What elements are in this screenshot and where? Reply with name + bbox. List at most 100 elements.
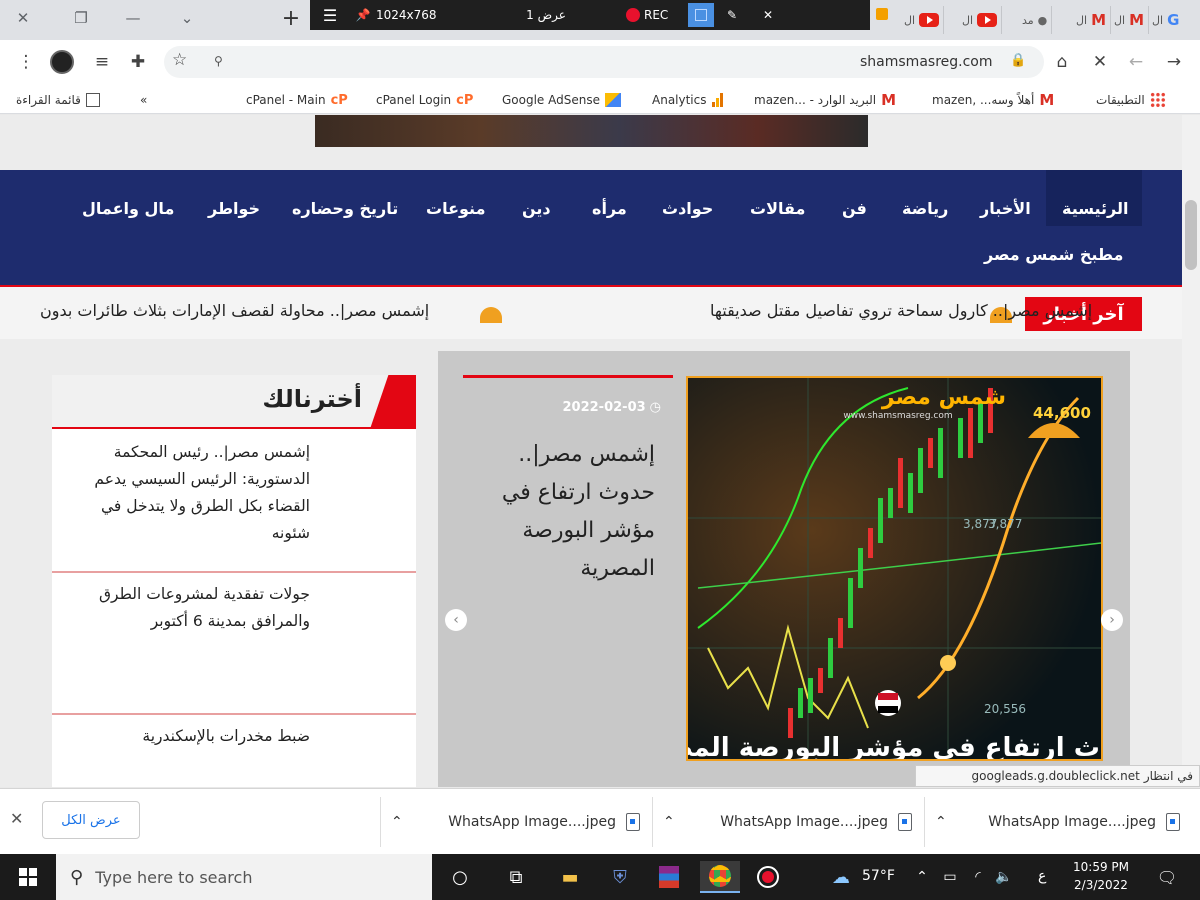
weather-temp[interactable]: 57°F (862, 868, 895, 884)
tab-item[interactable]: ال G (1148, 6, 1183, 34)
slider-prev-button[interactable]: ‹ (445, 609, 467, 631)
forward-icon[interactable]: ← (1122, 50, 1150, 74)
sidebar-item[interactable]: ضبط مخدرات بالإسكندرية (52, 715, 416, 787)
tab-item[interactable]: ال M (1110, 6, 1149, 34)
bookmark-adsense[interactable]: Google AdSense (502, 90, 621, 110)
download-item[interactable]: ⌃ WhatsApp Image....jpeg (652, 797, 922, 847)
notifications-icon[interactable]: 🗨 (1150, 861, 1184, 893)
bookmark-apps[interactable]: التطبيقات (1096, 90, 1166, 110)
slide-title[interactable]: إشمس مصر|.. حدوث ارتفاع في مؤشر البورصة … (475, 436, 655, 588)
gmail-icon: M (881, 91, 897, 109)
nav-women[interactable]: مرأه (592, 188, 627, 228)
banner-ad[interactable] (315, 115, 868, 147)
chevron-up-icon[interactable]: ⌃ (935, 814, 947, 830)
address-bar[interactable]: ☆ ⚲ shamsmasreg.com 🔒 (164, 46, 1044, 78)
sidebar-item[interactable]: إشمس مصر|.. رئيس المحكمة الدستورية: الرئ… (52, 431, 416, 573)
nav-religion[interactable]: دين (522, 188, 551, 228)
chevron-up-icon[interactable]: ⌃ (391, 814, 403, 830)
tab-item[interactable]: ال (958, 6, 1003, 34)
pin-icon[interactable]: 📌 (350, 8, 376, 22)
security-shield-icon[interactable]: ⛨ (603, 861, 637, 893)
sidebar-header: أخترنالك (52, 375, 416, 429)
scrollbar-thumb[interactable] (1185, 200, 1197, 270)
show-all-downloads-button[interactable]: عرض الكل (42, 801, 140, 839)
nav-incidents[interactable]: حوادث (662, 188, 713, 228)
slide-image[interactable]: 44,600 3,877 3,877 20,556 شمس مصر www.sh… (686, 376, 1103, 761)
taskbar-search-box[interactable]: ⚲ Type here to search (56, 854, 432, 900)
close-recorder-icon[interactable]: ✕ (750, 8, 786, 22)
lock-icon[interactable]: 🔒 (1010, 53, 1026, 68)
taskbar-clock[interactable]: 10:59 PM 2/3/2022 (1066, 858, 1136, 894)
bookmark-cpanel-main[interactable]: cPanel - Main cP (246, 90, 348, 110)
profile-avatar-icon[interactable] (48, 50, 76, 74)
tab-item[interactable]: ال (900, 6, 945, 34)
ticker-item[interactable]: إشمس مصر|.. محاولة لقصف الإمارات بثلاث ط… (40, 301, 429, 320)
slider-next-button[interactable]: › (1101, 609, 1123, 631)
nav-kitchen[interactable]: مطبخ شمس مصر (984, 234, 1123, 274)
tab-search-icon[interactable]: ⌄ (164, 0, 210, 36)
close-window-icon[interactable]: ✕ (0, 0, 46, 36)
news-ticker: آخر أخبار إشمس مصر|.. كارول سماحة تروي ت… (0, 287, 1182, 339)
nav-business[interactable]: مال واعمال (82, 188, 174, 228)
tab-item[interactable]: ال M (1072, 6, 1111, 34)
extensions-icon[interactable]: ✚ (124, 50, 152, 74)
chevron-up-icon[interactable]: ⌃ (663, 814, 675, 830)
reading-list-button[interactable]: قائمة القراءة (16, 90, 100, 110)
tab-item[interactable]: مد ● (1018, 6, 1053, 34)
gmail-icon: M (1091, 11, 1106, 29)
download-item[interactable]: ⌃ WhatsApp Image....jpeg (380, 797, 650, 847)
close-shelf-icon[interactable]: ✕ (10, 809, 23, 828)
url-text[interactable]: shamsmasreg.com (860, 54, 993, 70)
sidebar-title: أخترنالك (262, 385, 362, 413)
bookmark-cpanel-login[interactable]: cPanel Login cP (376, 90, 473, 110)
bookmark-analytics[interactable]: Analytics (652, 90, 723, 110)
home-icon[interactable]: ⌂ (1048, 50, 1076, 74)
menu-icon[interactable]: ☰ (310, 6, 350, 25)
cortana-icon[interactable]: ○ (443, 861, 477, 893)
nav-home[interactable]: الرئيسية (1062, 188, 1129, 228)
screen-recorder-bar: ☰ 📌 1024x768 عرض 1 REC ✎ ✕ (310, 0, 870, 30)
zoom-indicator[interactable]: ⚲ (214, 54, 223, 68)
file-image-icon (626, 813, 640, 831)
chart-price-label: 3,877 (988, 517, 1022, 531)
battery-icon[interactable]: ▭ (936, 861, 964, 893)
more-bookmarks-button[interactable]: « (140, 90, 147, 110)
input-language[interactable]: ع (1038, 868, 1046, 884)
sidebar-item[interactable]: جولات تفقدية لمشروعات الطرق والمرافق بمد… (52, 573, 416, 715)
nav-art[interactable]: فن (842, 188, 867, 228)
download-item[interactable]: ⌃ WhatsApp Image....jpeg (924, 797, 1190, 847)
window-select-icon[interactable] (688, 3, 714, 27)
reading-list-toolbar-icon[interactable]: ≡ (88, 50, 116, 74)
minimize-window-icon[interactable]: — (110, 0, 156, 36)
nav-thoughts[interactable]: خواطر (208, 188, 260, 228)
nav-news[interactable]: الأخبار (980, 188, 1031, 228)
recorder-taskbar-icon[interactable] (751, 861, 785, 893)
windows-taskbar: ⚲ Type here to search ○ ⧉ ▬ ⛨ ☁ 57°F ⌃ ▭… (0, 854, 1200, 900)
volume-icon[interactable]: 🔈 (990, 861, 1018, 893)
nav-articles[interactable]: مقالات (750, 188, 805, 228)
new-tab-icon[interactable]: + (268, 0, 314, 36)
restore-window-icon[interactable]: ❐ (58, 0, 104, 36)
active-tab-favicon[interactable] (876, 8, 888, 20)
show-hidden-icons[interactable]: ⌃ (910, 861, 934, 893)
bookmark-star-icon[interactable]: ☆ (172, 50, 187, 70)
file-explorer-icon[interactable]: ▬ (553, 861, 587, 893)
bookmark-gmail-inbox[interactable]: M البريد الوارد - ...mazen (754, 90, 896, 110)
task-view-icon[interactable]: ⧉ (499, 861, 533, 893)
bookmark-gmail-welcome[interactable]: M أهلاً وسه... ,mazen (932, 90, 1054, 110)
youtube-icon (977, 13, 998, 27)
nav-misc[interactable]: منوعات (426, 188, 485, 228)
weather-cloud-icon[interactable]: ☁ (823, 861, 859, 893)
chrome-taskbar-icon[interactable] (700, 861, 740, 893)
rec-button[interactable]: REC (626, 8, 688, 22)
back-icon[interactable]: → (1160, 50, 1188, 74)
winrar-icon[interactable] (652, 861, 686, 893)
stop-loading-icon[interactable]: ✕ (1086, 50, 1114, 74)
windows-start-icon[interactable] (11, 861, 45, 893)
nav-sports[interactable]: رياضة (902, 188, 948, 228)
wifi-icon[interactable]: ◜ (964, 861, 992, 893)
kebab-menu-icon[interactable]: ⋮ (12, 50, 40, 74)
ticker-item[interactable]: إشمس مصر|.. كارول سماحة تروي تفاصيل مقتل… (710, 301, 1092, 320)
pen-icon[interactable]: ✎ (714, 8, 750, 22)
nav-history[interactable]: تاريخ وحضاره (292, 188, 398, 228)
